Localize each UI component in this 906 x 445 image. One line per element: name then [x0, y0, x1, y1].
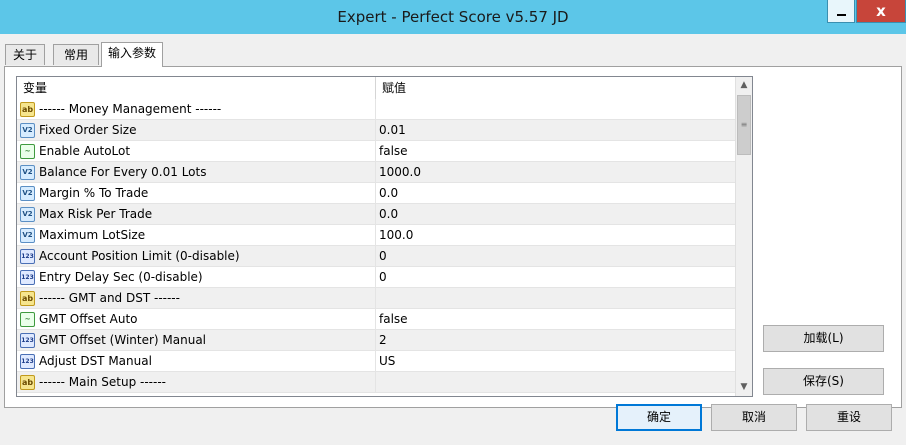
- table-row[interactable]: V2 Max Risk Per Trade 0.0: [17, 204, 735, 225]
- param-name: GMT Offset Auto: [39, 312, 138, 326]
- table-row[interactable]: V2 Fixed Order Size 0.01: [17, 120, 735, 141]
- vertical-scrollbar[interactable]: ▲ ≡ ▼: [735, 77, 752, 396]
- tab-common[interactable]: 常用: [53, 44, 99, 65]
- grid-header: 变量 赋值: [17, 77, 735, 100]
- save-button[interactable]: 保存(S): [763, 368, 884, 395]
- param-name-cell[interactable]: ~ Enable AutoLot: [17, 141, 376, 161]
- integer-param-icon: 123: [20, 354, 35, 369]
- param-name-cell[interactable]: 123 GMT Offset (Winter) Manual: [17, 330, 376, 350]
- table-row[interactable]: 123 Account Position Limit (0-disable) 0: [17, 246, 735, 267]
- param-value[interactable]: false: [376, 141, 735, 161]
- minimize-icon: [836, 14, 846, 16]
- param-name-cell[interactable]: V2 Max Risk Per Trade: [17, 204, 376, 224]
- param-name: Entry Delay Sec (0-disable): [39, 270, 203, 284]
- param-value[interactable]: [376, 372, 735, 392]
- table-row[interactable]: ab ------ Money Management ------: [17, 99, 735, 120]
- param-name-cell[interactable]: V2 Margin % To Trade: [17, 183, 376, 203]
- string-param-icon: ab: [20, 291, 35, 306]
- param-name-cell[interactable]: ~ GMT Offset Auto: [17, 309, 376, 329]
- tab-inputs[interactable]: 输入参数: [101, 42, 163, 67]
- table-row[interactable]: V2 Margin % To Trade 0.0: [17, 183, 735, 204]
- param-value[interactable]: 2: [376, 330, 735, 350]
- param-name-cell[interactable]: 123 Account Position Limit (0-disable): [17, 246, 376, 266]
- param-name: Balance For Every 0.01 Lots: [39, 165, 207, 179]
- param-name: ------ Main Setup ------: [39, 375, 166, 389]
- param-name: ------ Money Management ------: [39, 102, 222, 116]
- table-row[interactable]: 123 Entry Delay Sec (0-disable) 0: [17, 267, 735, 288]
- param-name-cell[interactable]: V2 Balance For Every 0.01 Lots: [17, 162, 376, 182]
- ok-button[interactable]: 确定: [616, 404, 702, 431]
- param-value[interactable]: [376, 99, 735, 119]
- param-value[interactable]: false: [376, 309, 735, 329]
- param-value[interactable]: 0: [376, 267, 735, 287]
- column-header-variable[interactable]: 变量: [17, 77, 376, 99]
- param-name-cell[interactable]: ab ------ GMT and DST ------: [17, 288, 376, 308]
- grid-rows: ab ------ Money Management ------ V2 Fixed …: [17, 99, 735, 393]
- param-name: Maximum LotSize: [39, 228, 146, 242]
- column-header-value[interactable]: 赋值: [376, 77, 735, 99]
- double-param-icon: V2: [20, 123, 35, 138]
- table-row[interactable]: 123 Adjust DST Manual US: [17, 351, 735, 372]
- param-name-cell[interactable]: 123 Entry Delay Sec (0-disable): [17, 267, 376, 287]
- param-name-cell[interactable]: ab ------ Money Management ------: [17, 99, 376, 119]
- table-row[interactable]: ab ------ GMT and DST ------: [17, 288, 735, 309]
- scroll-down-icon[interactable]: ▼: [736, 379, 752, 396]
- table-row[interactable]: ~ Enable AutoLot false: [17, 141, 735, 162]
- string-param-icon: ab: [20, 375, 35, 390]
- window-title: Expert - Perfect Score v5.57 JD: [337, 8, 569, 26]
- double-param-icon: V2: [20, 228, 35, 243]
- scroll-up-icon[interactable]: ▲: [736, 77, 752, 94]
- param-name-cell[interactable]: V2 Fixed Order Size: [17, 120, 376, 140]
- table-row[interactable]: ab ------ Main Setup ------: [17, 372, 735, 393]
- minimize-button[interactable]: [827, 0, 855, 23]
- param-name: ------ GMT and DST ------: [39, 291, 180, 305]
- tab-about[interactable]: 关于: [5, 44, 45, 65]
- table-row[interactable]: 123 GMT Offset (Winter) Manual 2: [17, 330, 735, 351]
- param-name: Fixed Order Size: [39, 123, 137, 137]
- param-value[interactable]: 0.0: [376, 204, 735, 224]
- parameters-grid: 变量 赋值 ab ------ Money Management ------ V2…: [16, 76, 753, 397]
- param-name: Enable AutoLot: [39, 144, 131, 158]
- load-button[interactable]: 加载(L): [763, 325, 884, 352]
- table-row[interactable]: V2 Maximum LotSize 100.0: [17, 225, 735, 246]
- param-value[interactable]: 0.0: [376, 183, 735, 203]
- param-value[interactable]: US: [376, 351, 735, 371]
- param-value[interactable]: [376, 288, 735, 308]
- param-name-cell[interactable]: ab ------ Main Setup ------: [17, 372, 376, 392]
- double-param-icon: V2: [20, 186, 35, 201]
- param-value[interactable]: 0: [376, 246, 735, 266]
- close-button[interactable]: x: [856, 0, 906, 23]
- param-name: GMT Offset (Winter) Manual: [39, 333, 207, 347]
- integer-param-icon: 123: [20, 270, 35, 285]
- param-value[interactable]: 0.01: [376, 120, 735, 140]
- param-value[interactable]: 1000.0: [376, 162, 735, 182]
- integer-param-icon: 123: [20, 249, 35, 264]
- bool-param-icon: ~: [20, 312, 35, 327]
- param-name: Adjust DST Manual: [39, 354, 152, 368]
- param-name-cell[interactable]: 123 Adjust DST Manual: [17, 351, 376, 371]
- param-value[interactable]: 100.0: [376, 225, 735, 245]
- string-param-icon: ab: [20, 102, 35, 117]
- table-row[interactable]: ~ GMT Offset Auto false: [17, 309, 735, 330]
- integer-param-icon: 123: [20, 333, 35, 348]
- param-name: Max Risk Per Trade: [39, 207, 153, 221]
- param-name: Account Position Limit (0-disable): [39, 249, 240, 263]
- cancel-button[interactable]: 取消: [711, 404, 797, 431]
- bool-param-icon: ~: [20, 144, 35, 159]
- reset-button[interactable]: 重设: [806, 404, 892, 431]
- double-param-icon: V2: [20, 165, 35, 180]
- param-name: Margin % To Trade: [39, 186, 149, 200]
- param-name-cell[interactable]: V2 Maximum LotSize: [17, 225, 376, 245]
- close-icon: x: [876, 2, 886, 20]
- double-param-icon: V2: [20, 207, 35, 222]
- table-row[interactable]: V2 Balance For Every 0.01 Lots 1000.0: [17, 162, 735, 183]
- scroll-thumb[interactable]: ≡: [737, 95, 751, 155]
